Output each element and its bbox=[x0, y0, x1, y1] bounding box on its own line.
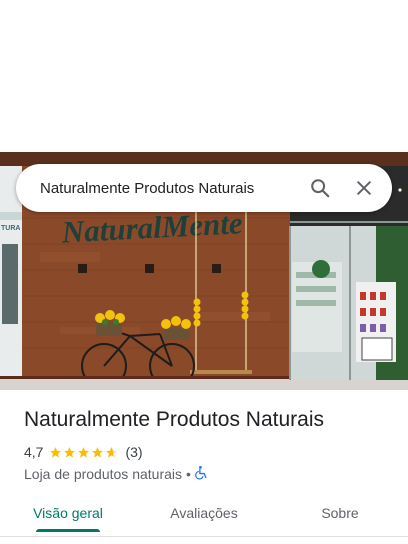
tab-label: Avaliações bbox=[170, 505, 238, 521]
tab-about[interactable]: Sobre bbox=[272, 496, 408, 536]
tab-reviews[interactable]: Avaliações bbox=[136, 496, 272, 536]
place-category: Loja de produtos naturais bbox=[24, 466, 182, 482]
star-icon bbox=[64, 446, 76, 458]
side-sign-text: TURA bbox=[1, 225, 20, 232]
search-bar[interactable]: Naturalmente Produtos Naturais bbox=[16, 164, 392, 212]
star-half-icon bbox=[106, 446, 118, 458]
separator-dot: • bbox=[186, 466, 191, 482]
rating-row[interactable]: 4,7 (3) bbox=[24, 444, 143, 460]
tab-bar: Visão geral Avaliações Sobre bbox=[0, 496, 408, 536]
blank-map-area bbox=[0, 0, 408, 152]
star-icon bbox=[92, 446, 104, 458]
rating-value: 4,7 bbox=[24, 444, 44, 460]
place-name: Naturalmente Produtos Naturais bbox=[24, 408, 324, 431]
star-icon bbox=[50, 446, 62, 458]
tab-label: Sobre bbox=[321, 505, 359, 521]
star-icon bbox=[78, 446, 90, 458]
tab-divider bbox=[0, 536, 408, 537]
wheelchair-icon[interactable] bbox=[195, 465, 208, 483]
search-icon[interactable] bbox=[300, 168, 340, 208]
tab-label: Visão geral bbox=[33, 505, 103, 521]
tab-overview[interactable]: Visão geral bbox=[0, 496, 136, 536]
close-icon[interactable] bbox=[344, 168, 384, 208]
search-input[interactable]: Naturalmente Produtos Naturais bbox=[40, 180, 300, 197]
star-rating bbox=[49, 446, 119, 459]
review-count[interactable]: (3) bbox=[125, 444, 142, 460]
category-row: Loja de produtos naturais • bbox=[24, 465, 208, 483]
